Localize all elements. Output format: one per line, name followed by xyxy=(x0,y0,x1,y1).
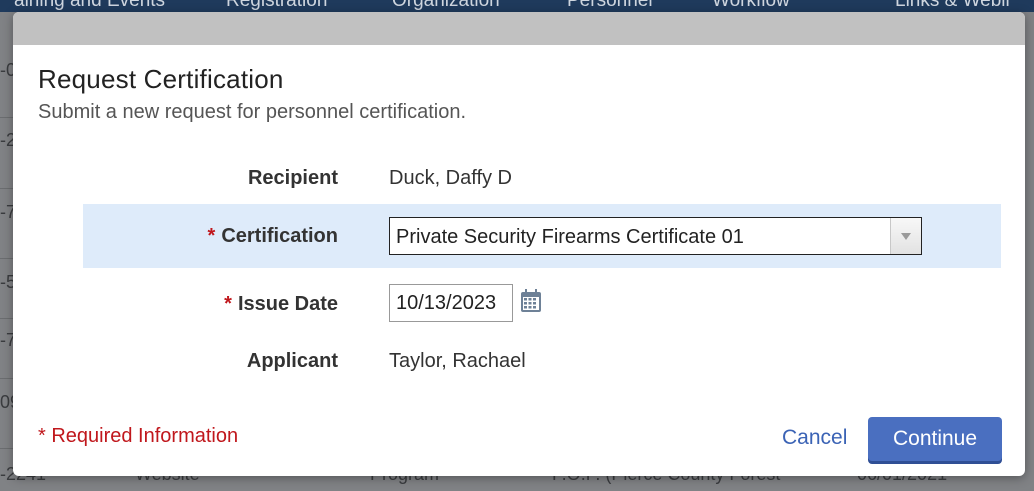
issue-date-row: * Issue Date xyxy=(83,268,1001,332)
required-asterisk: * xyxy=(207,225,216,247)
recipient-label-text: Recipient xyxy=(247,167,338,189)
dialog-subtitle: Submit a new request for personnel certi… xyxy=(38,101,466,123)
recipient-label: Recipient xyxy=(248,167,338,190)
applicant-row: Applicant Taylor, Rachael xyxy=(83,329,1001,393)
recipient-row: Recipient Duck, Daffy D xyxy=(83,146,1001,210)
select-dropdown-button[interactable] xyxy=(890,218,921,254)
recipient-value: Duck, Daffy D xyxy=(389,167,512,189)
certification-label: * Certification xyxy=(208,225,338,248)
bg-divider xyxy=(0,318,14,319)
dialog-title: Request Certification xyxy=(38,64,284,94)
issue-date-input[interactable] xyxy=(389,284,513,322)
dialog-drag-bar[interactable] xyxy=(13,12,1025,45)
continue-button[interactable]: Continue xyxy=(868,417,1002,461)
cancel-button[interactable]: Cancel xyxy=(782,426,847,450)
issue-date-label-text: Issue Date xyxy=(237,293,338,315)
bg-divider xyxy=(0,188,14,189)
calendar-icon[interactable] xyxy=(520,289,542,313)
request-certification-dialog: Request Certification Submit a new reque… xyxy=(13,12,1025,476)
bg-nav-tab: Personnel xyxy=(567,0,653,11)
bg-divider xyxy=(0,378,14,379)
chevron-down-icon xyxy=(901,233,911,240)
certification-selected-value: Private Security Firearms Certificate 01 xyxy=(396,226,744,248)
bg-divider xyxy=(0,258,14,259)
bg-divider xyxy=(0,117,14,118)
bg-nav-tab: Organization xyxy=(392,0,500,11)
issue-date-label: * Issue Date xyxy=(224,293,338,316)
applicant-label-text: Applicant xyxy=(246,350,338,372)
bg-nav-tab: Workflow xyxy=(712,0,790,11)
applicant-label: Applicant xyxy=(247,350,338,373)
required-asterisk: * xyxy=(224,293,232,315)
bg-divider xyxy=(0,448,14,449)
bg-nav-tab: Links & Webli xyxy=(895,0,1010,11)
applicant-value: Taylor, Rachael xyxy=(389,350,526,372)
background-nav-bar: aining and Events Registration Organizat… xyxy=(0,0,1034,12)
certification-select[interactable]: Private Security Firearms Certificate 01 xyxy=(389,217,922,255)
bg-nav-tab: Registration xyxy=(226,0,328,11)
certification-label-text: Certification xyxy=(221,225,338,247)
certification-row: * Certification Private Security Firearms… xyxy=(83,204,1001,268)
bg-nav-tab: aining and Events xyxy=(14,0,166,11)
required-information-note: * Required Information xyxy=(38,425,239,447)
